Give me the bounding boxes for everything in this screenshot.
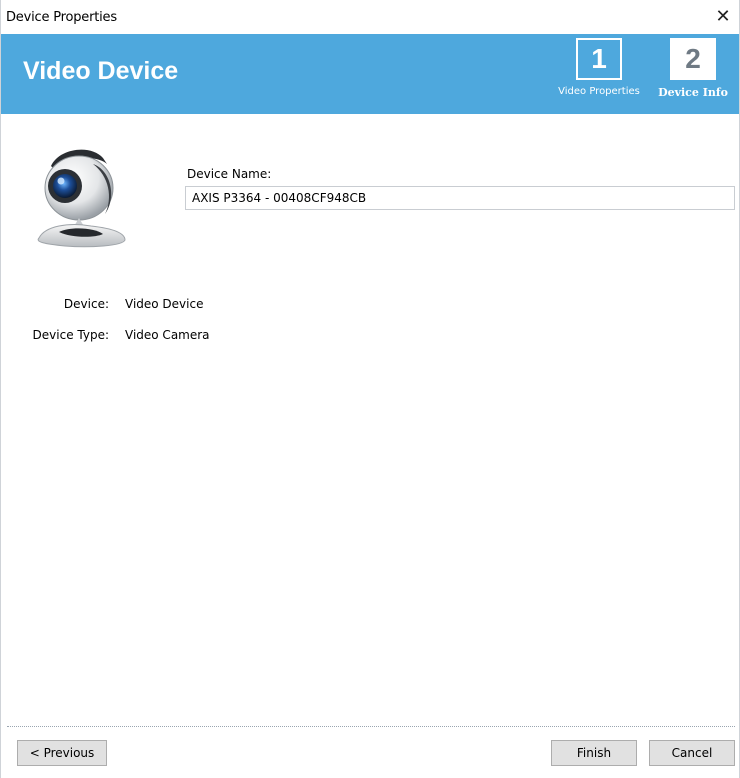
title-bar: Device Properties ✕ [1, 0, 739, 34]
property-row-device-type: Device Type: Video Camera [1, 328, 401, 344]
step-number-1: 1 [576, 38, 622, 80]
device-name-field[interactable] [185, 186, 735, 210]
previous-button[interactable]: < Previous [17, 740, 107, 766]
property-value-device: Video Device [125, 297, 204, 311]
step-device-info[interactable]: 2 Device Info [653, 38, 733, 99]
property-value-device-type: Video Camera [125, 328, 210, 342]
step-video-properties[interactable]: 1 Video Properties [553, 38, 645, 97]
device-name-label: Device Name: [187, 167, 272, 181]
cancel-button[interactable]: Cancel [649, 740, 735, 766]
footer-divider [7, 726, 735, 727]
step-number-2: 2 [670, 38, 716, 80]
property-key-device-type: Device Type: [32, 328, 109, 342]
wizard-banner: Video Device 1 Video Properties 2 Device… [1, 34, 739, 114]
device-properties-dialog: Device Properties ✕ Video Device 1 Video… [0, 0, 740, 778]
step-label-device-info: Device Info [658, 86, 728, 99]
page-heading: Video Device [23, 57, 179, 85]
property-key-device: Device: [63, 297, 109, 311]
property-row-device: Device: Video Device [1, 297, 401, 313]
webcam-icon [37, 149, 126, 248]
close-icon[interactable]: ✕ [711, 6, 735, 28]
step-label-video-properties: Video Properties [558, 86, 640, 97]
finish-button[interactable]: Finish [551, 740, 637, 766]
window-title: Device Properties [6, 10, 117, 25]
